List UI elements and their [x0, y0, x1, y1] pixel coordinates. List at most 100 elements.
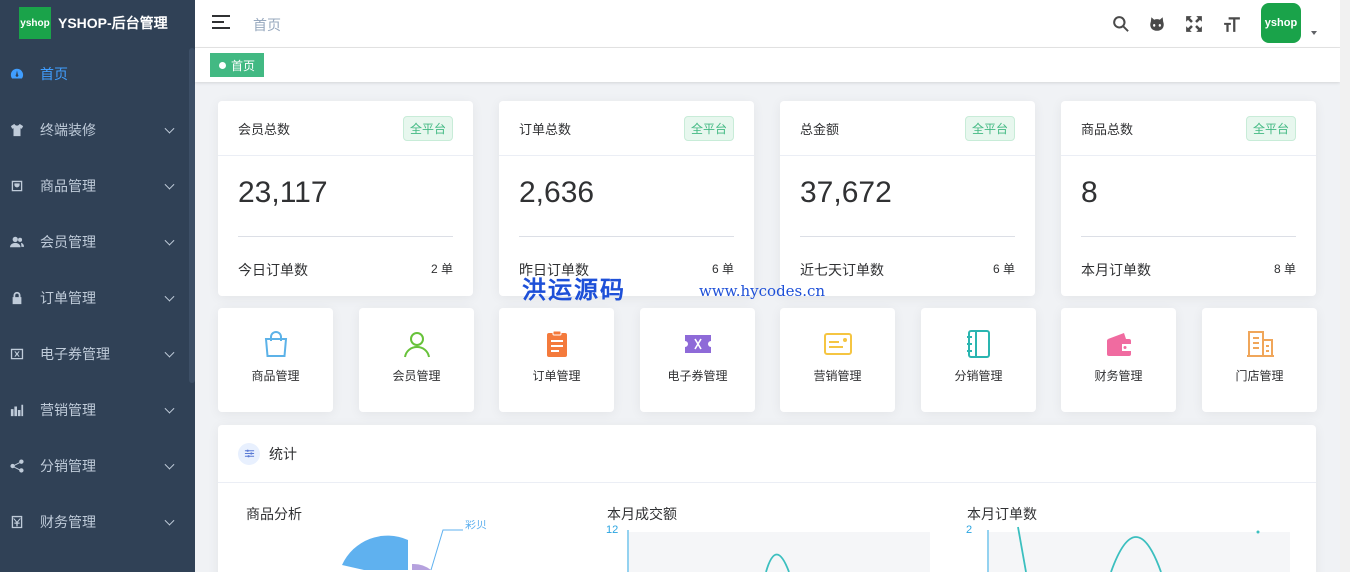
share-icon — [10, 459, 24, 473]
stat-foot-value: 8 单 — [1273, 262, 1296, 276]
user-icon — [402, 329, 432, 359]
navbar: 首页 yshop — [195, 0, 1340, 48]
font-size-icon[interactable] — [1222, 14, 1242, 34]
watermark-text: 洪运源码 — [522, 275, 626, 304]
stat-card-amount: 总金额 全平台 37,672 近七天订单数 6 单 — [780, 101, 1035, 296]
line-chart-orders: 2 — [966, 524, 1290, 572]
stat-card-orders: 订单总数 全平台 2,636 昨日订单数 6 单 — [499, 101, 754, 296]
sidebar-item-label: 电子券管理 — [40, 346, 110, 362]
stat-foot-label: 本月订单数 — [1081, 262, 1151, 278]
money-icon — [10, 515, 24, 529]
logo[interactable]: yshop YSHOP-后台管理 — [0, 0, 195, 46]
statistics-panel: 统计 商品分析 本月成交额 本月订单数 彩贝 12 2 — [218, 425, 1316, 572]
chart-title-monthly-turnover: 本月成交额 — [607, 506, 677, 522]
chevron-down-icon — [164, 291, 175, 302]
tag-home[interactable]: 首页 — [210, 53, 265, 77]
quick-entry-orders[interactable]: 订单管理 — [499, 308, 614, 412]
sidebar-item-label: 首页 — [40, 66, 68, 82]
y-tick-label: 12 — [606, 524, 618, 536]
watermark-url: www.hycodes.cn — [699, 282, 826, 300]
quick-entry-finance[interactable]: 财务管理 — [1061, 308, 1176, 412]
quick-entry-products[interactable]: 商品管理 — [218, 308, 333, 412]
stat-title: 会员总数 — [238, 121, 291, 137]
stat-card-members: 会员总数 全平台 23,117 今日订单数 2 单 — [218, 101, 473, 296]
filter-icon — [238, 442, 260, 465]
sidebar-item-home[interactable]: 首页 — [0, 46, 195, 102]
chevron-down-icon — [164, 459, 175, 470]
shirt-icon — [10, 123, 24, 137]
quick-entry-distribution[interactable]: 分销管理 — [921, 308, 1036, 412]
peoples-icon — [10, 235, 24, 249]
github-icon[interactable] — [1147, 14, 1167, 34]
sidebar-item-finance[interactable]: 财务管理 — [0, 494, 195, 550]
quick-entry-stores[interactable]: 门店管理 — [1202, 308, 1317, 412]
product-icon — [10, 179, 24, 193]
sidebar-item-label: 会员管理 — [40, 234, 96, 250]
sidebar-item-label: 财务管理 — [40, 514, 96, 530]
sidebar-item-distribution[interactable]: 分销管理 — [0, 438, 195, 494]
sidebar-item-label: 终端装修 — [40, 122, 96, 138]
sidebar: yshop YSHOP-后台管理 首页 终端装修 商品管理 会员管理 订单管理 — [0, 0, 195, 572]
pie-label: 彩贝 — [465, 520, 487, 531]
sidebar-item-label: 分销管理 — [40, 458, 96, 474]
chevron-down-icon — [164, 403, 175, 414]
sidebar-item-coupons[interactable]: 电子券管理 — [0, 326, 195, 382]
stat-foot-label: 近七天订单数 — [800, 262, 884, 278]
quick-entry-label: 商品管理 — [251, 369, 300, 383]
shopping-bag-icon — [261, 329, 291, 359]
hamburger-icon[interactable] — [212, 15, 230, 31]
stat-card-products: 商品总数 全平台 8 本月订单数 8 单 — [1061, 101, 1316, 296]
ticket-icon — [683, 329, 713, 359]
sidebar-item-label: 营销管理 — [40, 402, 96, 418]
breadcrumb[interactable]: 首页 — [253, 15, 281, 35]
stat-foot-value: 6 单 — [711, 262, 734, 276]
avatar[interactable]: yshop — [1261, 3, 1301, 43]
active-dot-icon — [219, 61, 226, 69]
stat-value: 37,672 — [800, 176, 892, 209]
stat-tag: 全平台 — [964, 115, 1015, 141]
logo-badge: yshop — [19, 7, 51, 39]
sidebar-item-marketing[interactable]: 营销管理 — [0, 382, 195, 438]
stat-value: 8 — [1081, 176, 1098, 209]
wallet-icon — [1104, 329, 1134, 359]
stat-foot-value: 6 单 — [992, 262, 1015, 276]
stat-value: 23,117 — [238, 176, 328, 209]
pie-label-line — [430, 529, 463, 570]
coupon-icon — [10, 347, 24, 361]
sidebar-item-members[interactable]: 会员管理 — [0, 214, 195, 270]
stat-foot-label: 今日订单数 — [238, 262, 308, 278]
notebook-icon — [964, 329, 994, 359]
clipboard-icon — [542, 329, 572, 359]
stats-title: 统计 — [269, 445, 297, 462]
data-point — [1256, 530, 1260, 534]
page-scrollbar[interactable] — [1340, 0, 1350, 572]
sidebar-item-terminal-decor[interactable]: 终端装修 — [0, 102, 195, 158]
sidebar-item-label: 商品管理 — [40, 178, 96, 194]
fullscreen-icon[interactable] — [1184, 14, 1204, 34]
lock-icon — [10, 291, 24, 305]
line-chart-turnover: 12 — [606, 524, 930, 572]
chart-title-product-analysis: 商品分析 — [246, 506, 302, 522]
sidebar-item-orders[interactable]: 订单管理 — [0, 270, 195, 326]
chevron-down-icon — [164, 123, 175, 134]
quick-entry-label: 分销管理 — [954, 369, 1003, 383]
quick-entry-label: 门店管理 — [1235, 369, 1284, 383]
stat-tag: 全平台 — [1245, 115, 1296, 141]
quick-entry-marketing[interactable]: 营销管理 — [780, 308, 895, 412]
building-icon — [1245, 329, 1275, 359]
caret-down-icon[interactable] — [1311, 31, 1317, 35]
stat-tag: 全平台 — [402, 115, 453, 141]
sidebar-scrollbar[interactable] — [189, 48, 195, 383]
quick-entry-label: 会员管理 — [392, 369, 441, 383]
quick-entry-members[interactable]: 会员管理 — [359, 308, 474, 412]
search-icon[interactable] — [1111, 14, 1131, 34]
chevron-down-icon — [164, 179, 175, 190]
tag-label: 首页 — [231, 58, 256, 73]
quick-entry-label: 财务管理 — [1094, 369, 1143, 383]
sidebar-item-products[interactable]: 商品管理 — [0, 158, 195, 214]
sidebar-menu: 首页 终端装修 商品管理 会员管理 订单管理 电子券管理 营销管理 分销管理 财… — [0, 46, 195, 550]
card-icon — [823, 329, 853, 359]
chart-title-monthly-orders: 本月订单数 — [967, 506, 1037, 522]
quick-entry-coupons[interactable]: 电子券管理 — [640, 308, 755, 412]
stat-title: 总金额 — [800, 121, 840, 137]
